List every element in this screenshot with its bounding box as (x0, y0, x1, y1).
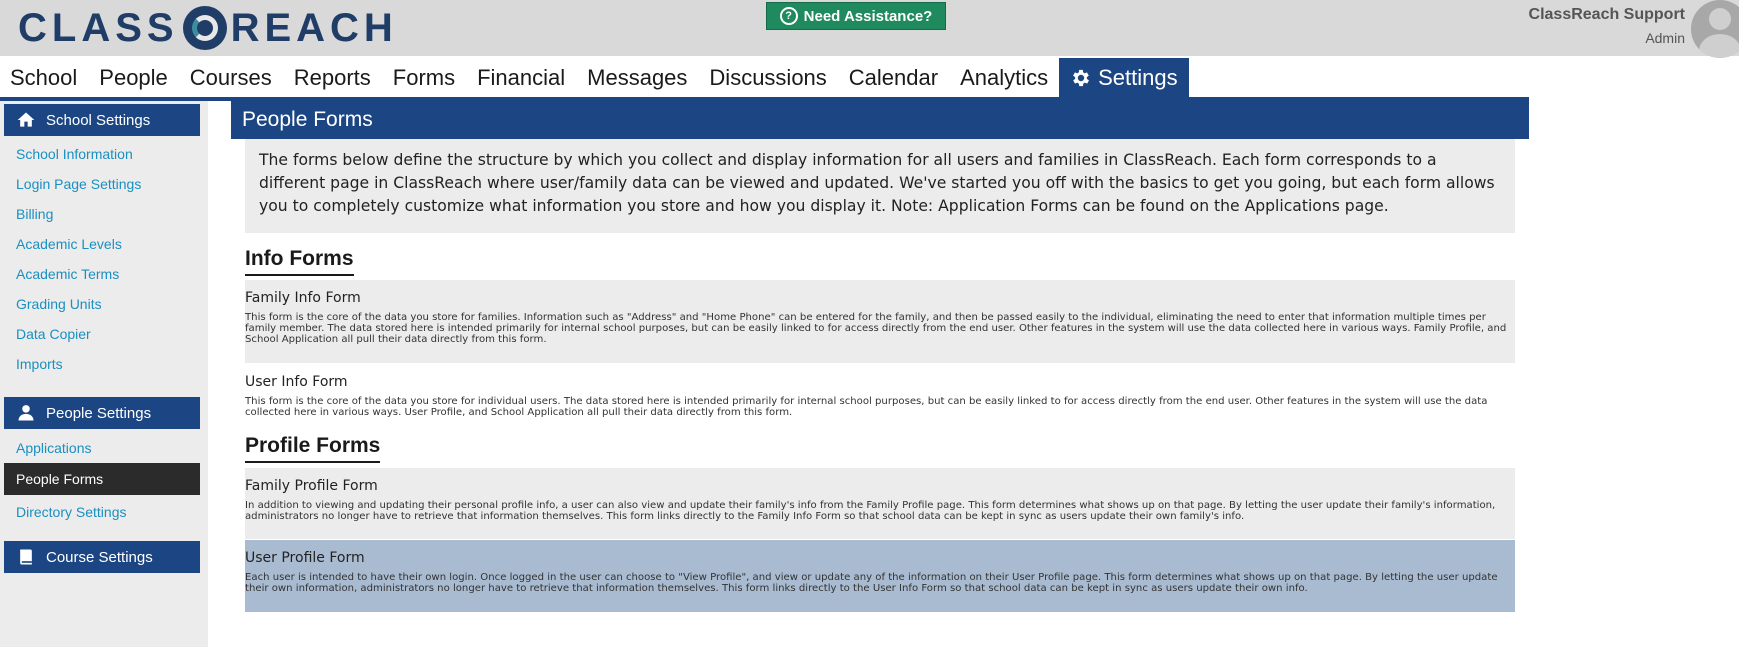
logo-text-left: CLASS (18, 5, 179, 50)
course-settings-title: Course Settings (46, 548, 153, 566)
sidebar-item-school-information[interactable]: School Information (4, 138, 200, 170)
nav-messages[interactable]: Messages (576, 58, 698, 98)
form-description: Each user is intended to have their own … (245, 572, 1498, 594)
nav-settings-label: Settings (1098, 65, 1178, 90)
form-description: This form is the core of the data you st… (245, 396, 1488, 418)
nav-people[interactable]: People (88, 58, 179, 98)
page-title: People Forms (231, 101, 1529, 139)
school-settings-title: School Settings (46, 111, 151, 129)
logo-text-right: REACH (230, 5, 398, 50)
nav-calendar[interactable]: Calendar (838, 58, 949, 98)
user-menu[interactable]: ClassReach Support Admin (1529, 6, 1685, 46)
need-assistance-label: Need Assistance? (803, 7, 933, 25)
need-assistance-button[interactable]: ? Need Assistance? (766, 2, 946, 30)
form-name: User Profile Form (245, 550, 365, 566)
sidebar-item-data-copier[interactable]: Data Copier (4, 318, 200, 350)
sidebar-item-academic-terms[interactable]: Academic Terms (4, 258, 200, 290)
main-nav: School People Courses Reports Forms Fina… (0, 58, 1189, 98)
sidebar-item-directory-settings[interactable]: Directory Settings (4, 496, 200, 528)
sidebar-item-grading-units[interactable]: Grading Units (4, 288, 200, 320)
family-profile-form-card[interactable]: Family Profile Form In addition to viewi… (245, 468, 1515, 539)
form-description: In addition to viewing and updating thei… (245, 500, 1496, 522)
nav-settings[interactable]: Settings (1059, 58, 1189, 98)
classreach-logo[interactable]: CLASS REACH (18, 4, 398, 52)
avatar[interactable] (1691, 0, 1739, 58)
family-info-form-card[interactable]: Family Info Form This form is the core o… (245, 280, 1515, 363)
nav-courses[interactable]: Courses (179, 58, 283, 98)
intro-text: The forms below define the structure by … (245, 139, 1515, 233)
nav-financial[interactable]: Financial (466, 58, 576, 98)
form-name: Family Info Form (245, 290, 361, 306)
form-name: User Info Form (245, 374, 348, 390)
school-settings-header[interactable]: School Settings (4, 104, 200, 136)
logo-mark-icon (182, 6, 227, 50)
course-settings-header[interactable]: Course Settings (4, 541, 200, 573)
nav-reports[interactable]: Reports (283, 58, 382, 98)
sidebar-item-imports[interactable]: Imports (4, 348, 200, 380)
top-bar: CLASS REACH ? Need Assistance? ClassReac… (0, 0, 1739, 58)
sidebar-item-billing[interactable]: Billing (4, 198, 200, 230)
people-settings-title: People Settings (46, 404, 152, 422)
form-name: Family Profile Form (245, 478, 378, 494)
sidebar-item-login-page-settings[interactable]: Login Page Settings (4, 168, 200, 200)
person-icon (18, 405, 34, 421)
user-info-form-card[interactable]: User Info Form This form is the core of … (245, 364, 1515, 426)
gear-icon (1073, 69, 1090, 87)
sidebar-item-people-forms[interactable]: People Forms (4, 463, 200, 495)
info-forms-heading: Info Forms (245, 246, 354, 276)
nav-discussions[interactable]: Discussions (698, 58, 837, 98)
profile-forms-heading: Profile Forms (245, 433, 381, 463)
sidebar-item-academic-levels[interactable]: Academic Levels (4, 228, 200, 260)
book-icon (20, 549, 32, 565)
sidebar-item-applications[interactable]: Applications (4, 432, 200, 464)
user-profile-form-card[interactable]: User Profile Form Each user is intended … (245, 540, 1515, 612)
form-description: This form is the core of the data you st… (245, 312, 1507, 345)
user-name: ClassReach Support (1528, 6, 1685, 23)
user-role: Admin (1645, 30, 1685, 46)
nav-forms[interactable]: Forms (382, 58, 466, 98)
home-icon (17, 112, 35, 127)
nav-analytics[interactable]: Analytics (949, 58, 1059, 98)
question-circle-icon: ? (779, 7, 798, 25)
settings-sidebar: School Settings School Information Login… (0, 101, 208, 647)
people-settings-header[interactable]: People Settings (4, 397, 200, 429)
nav-school[interactable]: School (0, 58, 88, 98)
